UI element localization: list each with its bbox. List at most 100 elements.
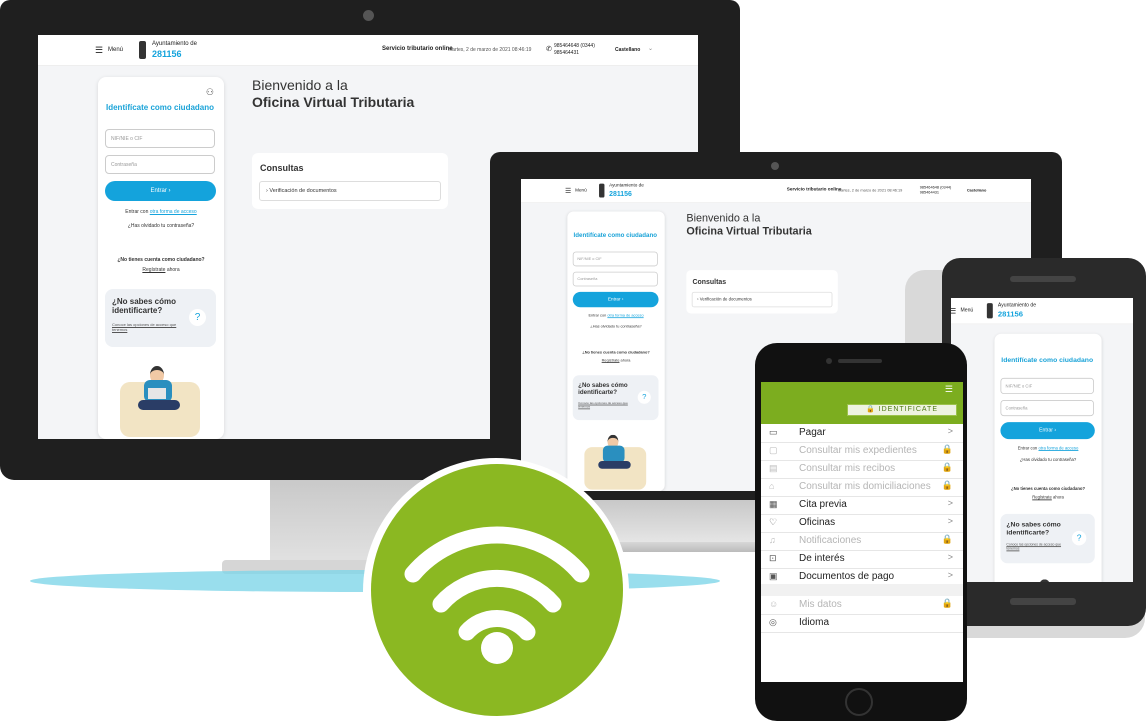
bell-icon: ♫ [769,535,776,545]
register-link[interactable]: Regístrate [142,267,165,273]
menu-item-idioma[interactable]: ◎ Idioma [761,614,963,633]
nif-input[interactable]: NIF/NIE o CIF [1000,377,1094,395]
chevron-right-icon: > [947,498,953,508]
login-sidebar: ⚇ Identifícate como ciudadano NIF/NIE o … [98,77,224,439]
menu-item-label: Documentos de pago [799,571,895,582]
phone-menu-secondary: ☺ Mis datos 🔒 ◎ Idioma [761,596,963,636]
bank-icon: ⌂ [769,481,775,491]
location-icon: ♡ [769,517,778,527]
phone-number-1: 985464648 (0344) [919,185,952,190]
register-line: Regístrate ahora [142,267,180,273]
menu-label[interactable]: Menú [575,188,587,193]
welcome-heading: Bienvenido a la Oficina Virtual Tributar… [252,77,415,110]
menu-item-label: De interés [799,553,845,564]
menu-item-label: Consultar mis expedientes [799,445,917,456]
org-name: Ayuntamiento de [997,303,1037,309]
org-code: 281156 [609,189,632,198]
forgot-password-link[interactable]: ¿Has olvidado tu contraseña? [995,458,1102,463]
register-line: Regístrate ahora [1032,495,1064,501]
menu-item-de-interés[interactable]: ⊡ De interés > [761,550,963,569]
register-line: Regístrate ahora [601,358,631,363]
lock-icon: 🔒 [941,480,953,490]
verification-link[interactable]: › Verificación de documentos [691,291,833,308]
menu-item-label: Cita previa [799,499,847,510]
chevron-down-icon[interactable]: ⌄ [648,45,653,52]
lock-icon: 🔒 [941,534,953,544]
no-account-text: ¿No tienes cuenta como ciudadano? [1010,486,1086,492]
help-link[interactable]: Conoce las opciones de acceso que tenemo… [578,401,628,409]
phone-icon: ✆ [546,46,552,53]
alt-access-link[interactable]: otra forma de acceso [1038,446,1078,451]
help-link[interactable]: Conoce las opciones de acceso que tenemo… [1006,542,1061,551]
help-question-icon[interactable]: ? [637,390,651,404]
help-box: ¿No sabes cómo identificarte? Conoce las… [572,375,659,421]
identify-button[interactable]: 🔒 IDENTIFICATE [847,404,957,416]
menu-separator [761,584,963,596]
no-account-text: ¿No tienes cuenta como ciudadano? [582,350,650,356]
help-question-icon[interactable]: ? [1071,530,1087,546]
register-link[interactable]: Regístrate [1032,495,1052,500]
hamburger-icon[interactable]: ☰ [565,187,571,195]
phone-number-2: 985464431 [919,190,940,196]
ident-title: Identifícate como ciudadano [1001,355,1094,364]
register-link[interactable]: Regístrate [602,358,620,363]
receipt-icon: ▤ [769,463,778,473]
forgot-password-link[interactable]: ¿Has olvidado tu contraseña? [567,324,664,329]
hamburger-icon[interactable]: ☰ [951,307,956,316]
menu-item-cita-previa[interactable]: ▦ Cita previa > [761,496,963,515]
password-input[interactable]: Contraseña [105,155,215,174]
alt-access-link[interactable]: otra forma de acceso [607,313,643,318]
password-input[interactable]: Contraseña [1000,400,1094,417]
lock-icon: 🔒 [941,598,953,608]
help-link[interactable]: Conoce las opciones de acceso que tenemo… [112,322,177,332]
tablet-web-page: ☰ Menú Ayuntamiento de 281156 Identifíca… [951,298,1133,582]
alt-access: Entrar con otra forma de acceso [125,209,197,215]
nif-input[interactable]: NIF/NIE o CIF [105,129,215,148]
lock-icon: 🔒 [866,406,876,413]
phone-speaker [838,359,882,363]
help-question-icon[interactable]: ? [189,309,206,326]
alt-access: Entrar con otra forma de acceso [1017,445,1079,451]
menu-item-label: Consultar mis domiciliaciones [799,481,931,492]
menu-label[interactable]: Menú [108,47,123,53]
datetime: Martes, 2 de marzo de 2021 08:46:19 [448,47,532,53]
help-box: ¿No sabes cómo identificarte? Conoce las… [105,289,216,347]
wifi-icon [371,464,623,716]
chevron-right-icon: > [947,552,953,562]
enter-button[interactable]: Entrar › [105,181,216,201]
consultas-card: Consultas › Verificación de documentos [252,153,448,209]
chevron-right-icon: > [947,570,953,580]
user-icon[interactable]: ⚇ [206,87,214,98]
menu-item-label: Pagar [799,427,826,438]
hamburger-icon[interactable]: ☰ [945,384,953,395]
enter-button[interactable]: Entrar › [1000,422,1095,440]
tablet-home-bar [1010,598,1076,605]
enter-button[interactable]: Entrar › [572,291,659,308]
phone-screen: ☰ 🔒 IDENTIFICATE ▭ Pagar > ▢ Consultar mis e… [761,382,963,682]
menu-item-label: Consultar mis recibos [799,463,896,474]
forgot-password-link[interactable]: ¿Has olvidado tu contraseña? [98,223,224,229]
language-select[interactable]: Castellano [615,47,640,53]
menu-item-oficinas[interactable]: ♡ Oficinas > [761,514,963,533]
menu-item-label: Idioma [799,617,830,628]
org-code: 281156 [997,309,1024,319]
tablet-screen: ☰ Menú Ayuntamiento de 281156 Identifíca… [951,298,1133,582]
document-icon: ▣ [769,571,778,581]
help-title: ¿No sabes cómo identificarte? [1006,520,1061,536]
page-header: ☰ Menú Ayuntamiento de 281156 [951,298,1133,325]
verification-link[interactable]: › Verificación de documentos [259,181,441,201]
menu-item-pagar[interactable]: ▭ Pagar > [761,424,963,443]
phone-home-button[interactable] [845,688,873,716]
alt-access-link[interactable]: otra forma de acceso [150,209,197,215]
menu-label[interactable]: Menú [961,308,974,313]
nif-input[interactable]: NIF/NIE o CIF [572,251,658,267]
ident-title: Identifícate como ciudadano [106,103,215,112]
language-select[interactable]: Castellano [967,188,987,193]
hamburger-icon[interactable]: ☰ [95,45,103,56]
password-input[interactable]: Contraseña [572,271,658,287]
info-icon: ⊡ [769,553,777,563]
menu-item-label: Notificaciones [799,535,862,546]
wifi-circle [371,464,623,716]
no-account-text: ¿No tienes cuenta como ciudadano? [117,257,205,263]
org-code: 281156 [152,49,182,59]
